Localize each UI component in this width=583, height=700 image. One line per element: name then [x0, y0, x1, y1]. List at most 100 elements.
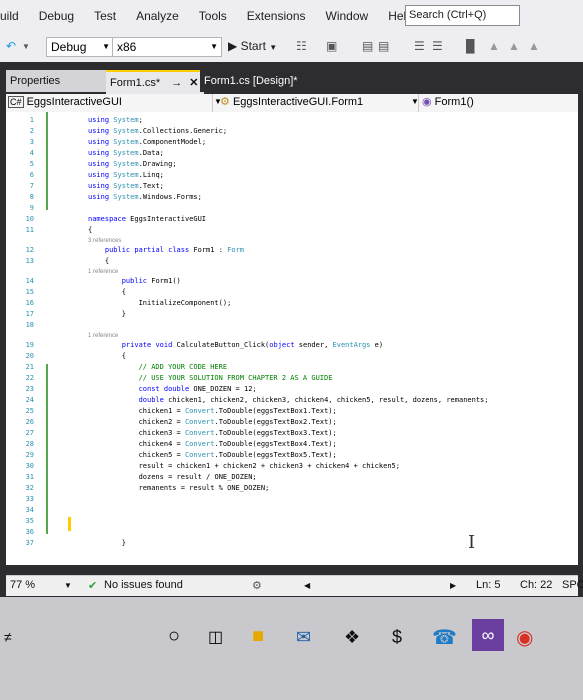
- align-icon[interactable]: ▤: [378, 39, 389, 53]
- class-combo[interactable]: ⚙ EggsInteractiveGUI.Form1: [220, 95, 410, 110]
- bookmark-prev-icon[interactable]: ▲: [488, 39, 500, 53]
- dollar-app-icon[interactable]: $: [392, 627, 402, 648]
- issues-status[interactable]: No issues found: [104, 579, 183, 591]
- code-line[interactable]: 8 using System.Windows.Forms;: [6, 192, 578, 203]
- project-name: EggsInteractiveGUI: [26, 96, 122, 108]
- code-line[interactable]: 12 public partial class Form1 : Form: [6, 245, 578, 256]
- code-line[interactable]: 1 using System;: [6, 115, 578, 126]
- code-line[interactable]: 36: [6, 527, 578, 538]
- code-line[interactable]: 34: [6, 505, 578, 516]
- configuration-combo[interactable]: Debug ▼: [46, 37, 114, 57]
- search-input[interactable]: Search (Ctrl+Q): [405, 5, 520, 26]
- menu-analyze[interactable]: Analyze: [126, 9, 189, 23]
- tab-properties[interactable]: Properties: [6, 70, 106, 92]
- code-line[interactable]: 6 using System.Linq;: [6, 170, 578, 181]
- chevron-down-icon[interactable]: ▼: [64, 581, 72, 590]
- chevron-down-icon: ▼: [269, 43, 278, 52]
- lightbulb-icon[interactable]: ⚙: [252, 579, 262, 592]
- scroll-left-icon[interactable]: ◀: [304, 581, 310, 590]
- code-line[interactable]: 31 dozens = result / ONE_DOZEN;: [6, 472, 578, 483]
- code-line[interactable]: 13 {: [6, 256, 578, 267]
- code-line[interactable]: 3 using System.ComponentModel;: [6, 137, 578, 148]
- code-line[interactable]: 26 chicken2 = Convert.ToDouble(eggsTextB…: [6, 417, 578, 428]
- code-line[interactable]: 14 public Form1(): [6, 276, 578, 287]
- menu-tools[interactable]: Tools: [189, 9, 237, 23]
- code-editor[interactable]: 1 using System; 2 using System.Collections.…: [6, 112, 578, 565]
- code-text: chicken3 = Convert.ToDouble(eggsTextBox3…: [138, 429, 337, 437]
- dropdown-icon[interactable]: ▼: [22, 42, 30, 51]
- code-line[interactable]: 11 {: [6, 225, 578, 236]
- code-line[interactable]: 30 result = chicken1 + chicken2 + chicke…: [6, 461, 578, 472]
- layout-icon[interactable]: ▤: [362, 39, 373, 53]
- code-line[interactable]: 29 chicken5 = Convert.ToDouble(eggsTextB…: [6, 450, 578, 461]
- code-line[interactable]: 20 {: [6, 351, 578, 362]
- bookmark-next-icon[interactable]: ▲: [508, 39, 520, 53]
- code-line[interactable]: 35: [6, 516, 578, 527]
- scroll-right-icon[interactable]: ▶: [450, 581, 456, 590]
- platform-combo[interactable]: x86 ▼: [112, 37, 222, 57]
- line-number: 29: [25, 451, 34, 459]
- find-icon[interactable]: ☷: [296, 39, 307, 53]
- divider: [418, 94, 419, 112]
- code-line[interactable]: 4 using System.Data;: [6, 148, 578, 159]
- back-icon[interactable]: ↶: [6, 39, 16, 53]
- uncomment-icon[interactable]: ☰: [432, 39, 443, 53]
- code-line[interactable]: 2 using System.Collections.Generic;: [6, 126, 578, 137]
- task-view-icon[interactable]: ◫: [208, 627, 223, 647]
- line-number: 12: [25, 246, 34, 254]
- menu-debug[interactable]: Debug: [29, 9, 84, 23]
- code-line[interactable]: 22 // USE YOUR SOLUTION FROM CHAPTER 2 A…: [6, 373, 578, 384]
- visual-studio-icon[interactable]: ∞: [472, 619, 504, 651]
- code-line[interactable]: 7 using System.Text;: [6, 181, 578, 192]
- tab-form1-design[interactable]: Form1.cs [Design]*: [200, 70, 344, 92]
- tab-form1-cs[interactable]: Form1.cs* → ✕: [106, 70, 204, 94]
- bookmark-clear-icon[interactable]: ▲: [528, 39, 540, 53]
- menu-build[interactable]: uild: [0, 9, 29, 23]
- edge-icon[interactable]: ☎: [432, 625, 457, 650]
- code-line[interactable]: 19 private void CalculateButton_Click(ob…: [6, 340, 578, 351]
- code-line[interactable]: 17 }: [6, 309, 578, 320]
- file-explorer-icon[interactable]: ■: [252, 625, 264, 648]
- code-text: chicken4 = Convert.ToDouble(eggsTextBox4…: [138, 440, 337, 448]
- menu-test[interactable]: Test: [84, 9, 126, 23]
- project-combo[interactable]: C# EggsInteractiveGUI: [8, 95, 208, 110]
- code-line[interactable]: 28 chicken4 = Convert.ToDouble(eggsTextB…: [6, 439, 578, 450]
- bookmark-icon[interactable]: █: [466, 39, 475, 53]
- mail-icon[interactable]: ✉: [296, 627, 311, 648]
- code-text: public partial class Form1 : Form: [104, 246, 244, 254]
- member-combo[interactable]: ◉ Form1(): [422, 95, 572, 110]
- code-line[interactable]: 15 {: [6, 287, 578, 298]
- close-icon[interactable]: ✕: [189, 77, 198, 89]
- code-line[interactable]: 5 using System.Drawing;: [6, 159, 578, 170]
- line-number: 32: [25, 484, 34, 492]
- code-line[interactable]: 23 const double ONE_DOZEN = 12;: [6, 384, 578, 395]
- code-line[interactable]: 9: [6, 203, 578, 214]
- menu-extensions[interactable]: Extensions: [237, 9, 316, 23]
- line-indicator: Ln: 5: [476, 579, 501, 591]
- code-line[interactable]: 27 chicken3 = Convert.ToDouble(eggsTextB…: [6, 428, 578, 439]
- check-circle-icon: ✔: [88, 580, 98, 592]
- line-number: 34: [25, 506, 34, 514]
- unsaved-change-marker: [68, 517, 71, 531]
- pin-icon[interactable]: →: [171, 77, 182, 89]
- code-text: using System.Drawing;: [88, 160, 177, 168]
- code-line[interactable]: 21 // ADD YOUR CODE HERE: [6, 362, 578, 373]
- code-line[interactable]: 24 double chicken1, chicken2, chicken3, …: [6, 395, 578, 406]
- code-line[interactable]: 25 chicken1 = Convert.ToDouble(eggsTextB…: [6, 406, 578, 417]
- zoom-level[interactable]: 77 %: [10, 579, 35, 591]
- start-button[interactable]: ▶ Start ▼: [228, 39, 277, 53]
- comment-icon[interactable]: ☰: [414, 39, 425, 53]
- code-line[interactable]: 10 namespace EggsInteractiveGUI: [6, 214, 578, 225]
- code-line[interactable]: 33: [6, 494, 578, 505]
- menu-window[interactable]: Window: [316, 9, 379, 23]
- code-line[interactable]: 37 }: [6, 538, 578, 549]
- code-line[interactable]: 32 remanents = result % ONE_DOZEN;: [6, 483, 578, 494]
- line-number: 35: [25, 517, 34, 525]
- dropbox-icon[interactable]: ❖: [344, 627, 360, 648]
- code-line[interactable]: 16 InitializeComponent();: [6, 298, 578, 309]
- text-cursor-icon: I: [468, 532, 476, 553]
- code-line[interactable]: 18: [6, 320, 578, 331]
- chrome-icon[interactable]: ◉: [516, 625, 533, 650]
- search-circle-icon[interactable]: ○: [168, 625, 180, 648]
- camera-icon[interactable]: ▣: [326, 39, 337, 53]
